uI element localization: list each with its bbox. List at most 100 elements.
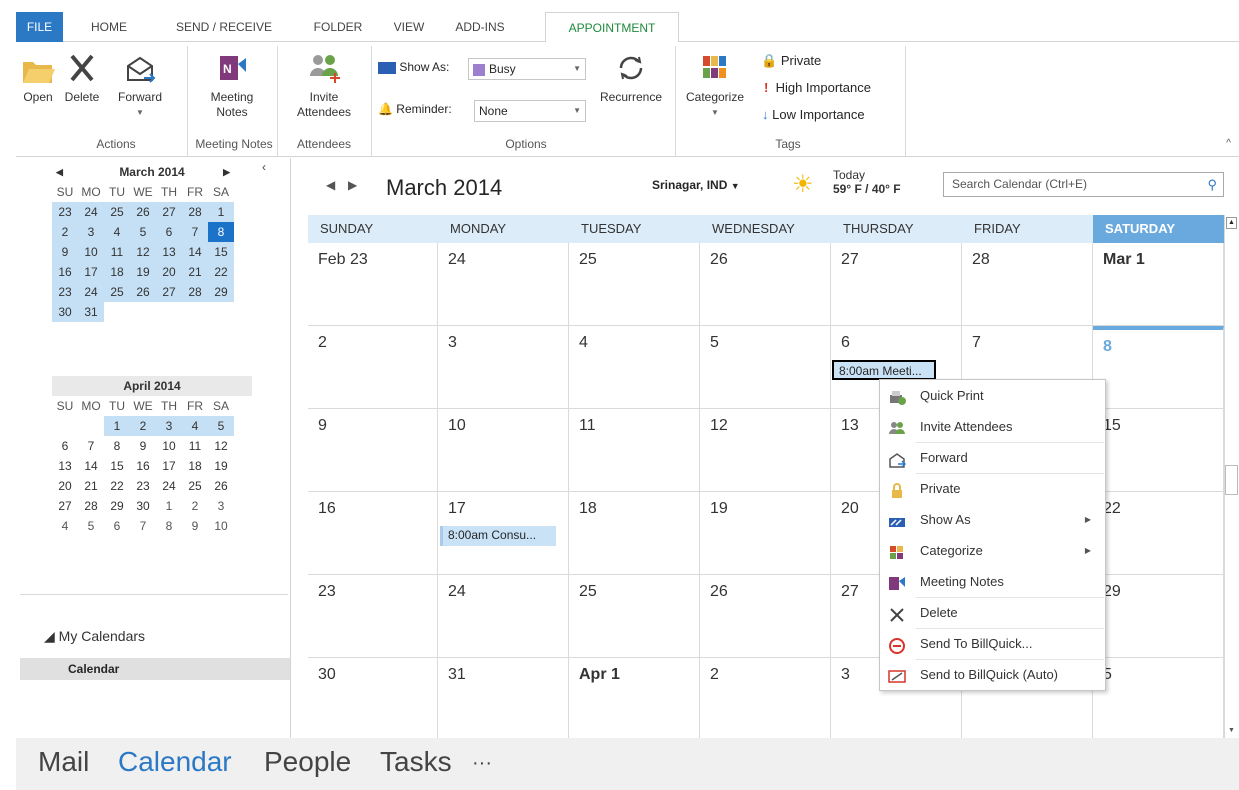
mini-day[interactable]: 14 [78,456,104,476]
appointment-event-selected[interactable]: 8:00am Meeti... [832,360,936,380]
mini-day[interactable]: 4 [52,516,78,536]
mini-day[interactable]: 5 [208,416,234,436]
day-cell[interactable]: 10 [438,409,569,492]
mini-day[interactable]: 24 [78,282,104,302]
mini-day[interactable]: 14 [182,242,208,262]
menu-item-delete[interactable]: Delete [880,597,1105,628]
day-cell[interactable]: 26 [700,243,831,326]
search-icon[interactable]: ⚲ [1207,173,1217,196]
mini-day[interactable]: 28 [182,282,208,302]
next-month-icon[interactable]: ▶ [223,162,230,182]
mini-day[interactable]: 10 [208,516,234,536]
mini-day[interactable]: 30 [52,302,78,322]
mini-day[interactable]: 31 [78,302,104,322]
mini-day[interactable]: 13 [52,456,78,476]
day-cell[interactable]: 25 [569,243,700,326]
low-importance-button[interactable]: ↓ Low Importance [762,104,865,126]
scroll-thumb[interactable] [1225,465,1238,495]
day-cell[interactable]: 30 [308,658,438,741]
mini-day[interactable]: 26 [130,202,156,222]
mini-day[interactable]: 23 [52,282,78,302]
mini-day[interactable]: 27 [156,282,182,302]
menu-item-send-to-billquick[interactable]: Send To BillQuick... [880,628,1105,659]
mini-day[interactable]: 6 [104,516,130,536]
mini-day[interactable]: 23 [52,202,78,222]
delete-button[interactable]: Delete [58,50,106,105]
next-month-icon[interactable]: ▶ [348,178,357,192]
menu-item-categorize[interactable]: Categorize ▶ [880,535,1105,566]
mini-day[interactable]: 3 [156,416,182,436]
mini-day[interactable]: 26 [208,476,234,496]
mini-day[interactable]: 26 [130,282,156,302]
day-cell[interactable]: Mar 1 [1093,243,1224,326]
mini-day[interactable]: 2 [182,496,208,516]
invite-attendees-button[interactable]: Invite Attendees [284,50,364,120]
mini-day[interactable]: 24 [156,476,182,496]
day-cell[interactable]: 8 [1093,326,1224,409]
day-cell[interactable]: 2 [700,658,831,741]
nav-calendar[interactable]: Calendar [118,746,232,778]
mini-day[interactable]: 27 [52,496,78,516]
mini-day[interactable]: 6 [156,222,182,242]
recurrence-button[interactable]: Recurrence [592,50,670,105]
mini-day[interactable]: 12 [208,436,234,456]
mini-day[interactable]: 8 [104,436,130,456]
categorize-button[interactable]: Categorize ▼ [678,50,752,120]
scroll-up-icon[interactable]: ▲ [1226,217,1237,229]
day-cell[interactable]: 26 [700,575,831,658]
menu-item-forward[interactable]: Forward [880,442,1105,473]
collapse-pane-icon[interactable]: ‹ [262,160,266,174]
mini-day[interactable]: 29 [104,496,130,516]
scroll-down-icon[interactable]: ▼ [1226,726,1237,738]
mini-day[interactable]: 16 [52,262,78,282]
day-cell[interactable]: 31 [438,658,569,741]
mini-day[interactable]: 25 [104,202,130,222]
mini-day[interactable]: 13 [156,242,182,262]
mini-day[interactable]: 25 [104,282,130,302]
menu-item-show-as[interactable]: Show As ▶ [880,504,1105,535]
day-cell[interactable]: 5 [1093,658,1224,741]
nav-people[interactable]: People [264,746,351,778]
day-cell[interactable]: 9 [308,409,438,492]
day-cell[interactable]: 18 [569,492,700,575]
tab-send-receive[interactable]: SEND / RECEIVE [150,12,298,42]
mini-day[interactable]: 8 [156,516,182,536]
meeting-notes-button[interactable]: N Meeting Notes [196,50,268,120]
weather-location[interactable]: Srinagar, IND ▼ [652,178,740,192]
mini-day[interactable]: 11 [182,436,208,456]
mini-day[interactable]: 5 [130,222,156,242]
mini-day[interactable]: 7 [78,436,104,456]
day-cell[interactable]: 3 [438,326,569,409]
mini-day[interactable]: 6 [52,436,78,456]
nav-more-icon[interactable]: ··· [472,752,492,775]
mini-day[interactable]: 2 [52,222,78,242]
mini-day[interactable]: 18 [182,456,208,476]
tab-folder[interactable]: FOLDER [298,12,378,42]
day-cell[interactable]: 23 [308,575,438,658]
day-cell[interactable]: 15 [1093,409,1224,492]
day-cell[interactable]: Apr 1 [569,658,700,741]
mini-day[interactable]: 24 [78,202,104,222]
my-calendars-header[interactable]: ◢ My Calendars [44,628,145,645]
mini-day[interactable]: 9 [130,436,156,456]
day-cell[interactable]: 11 [569,409,700,492]
nav-tasks[interactable]: Tasks [380,746,452,778]
search-input[interactable]: Search Calendar (Ctrl+E) ⚲ [943,172,1224,197]
mini-day[interactable]: 25 [182,476,208,496]
mini-day[interactable]: 28 [182,202,208,222]
forward-button[interactable]: Forward ▼ [108,50,172,120]
menu-item-invite-attendees[interactable]: Invite Attendees [880,411,1105,442]
mini-day[interactable]: 19 [130,262,156,282]
mini-day[interactable]: 9 [52,242,78,262]
mini-day[interactable]: 1 [104,416,130,436]
mini-day[interactable]: 7 [182,222,208,242]
reminder-select[interactable]: None ▼ [474,100,586,122]
mini-day[interactable]: 27 [156,202,182,222]
tab-home[interactable]: HOME [68,12,150,42]
tab-view[interactable]: VIEW [378,12,440,42]
mini-day[interactable]: 21 [78,476,104,496]
mini-day[interactable]: 29 [208,282,234,302]
mini-day[interactable]: 7 [130,516,156,536]
mini-day[interactable]: 15 [104,456,130,476]
tab-file[interactable]: FILE [16,12,63,42]
